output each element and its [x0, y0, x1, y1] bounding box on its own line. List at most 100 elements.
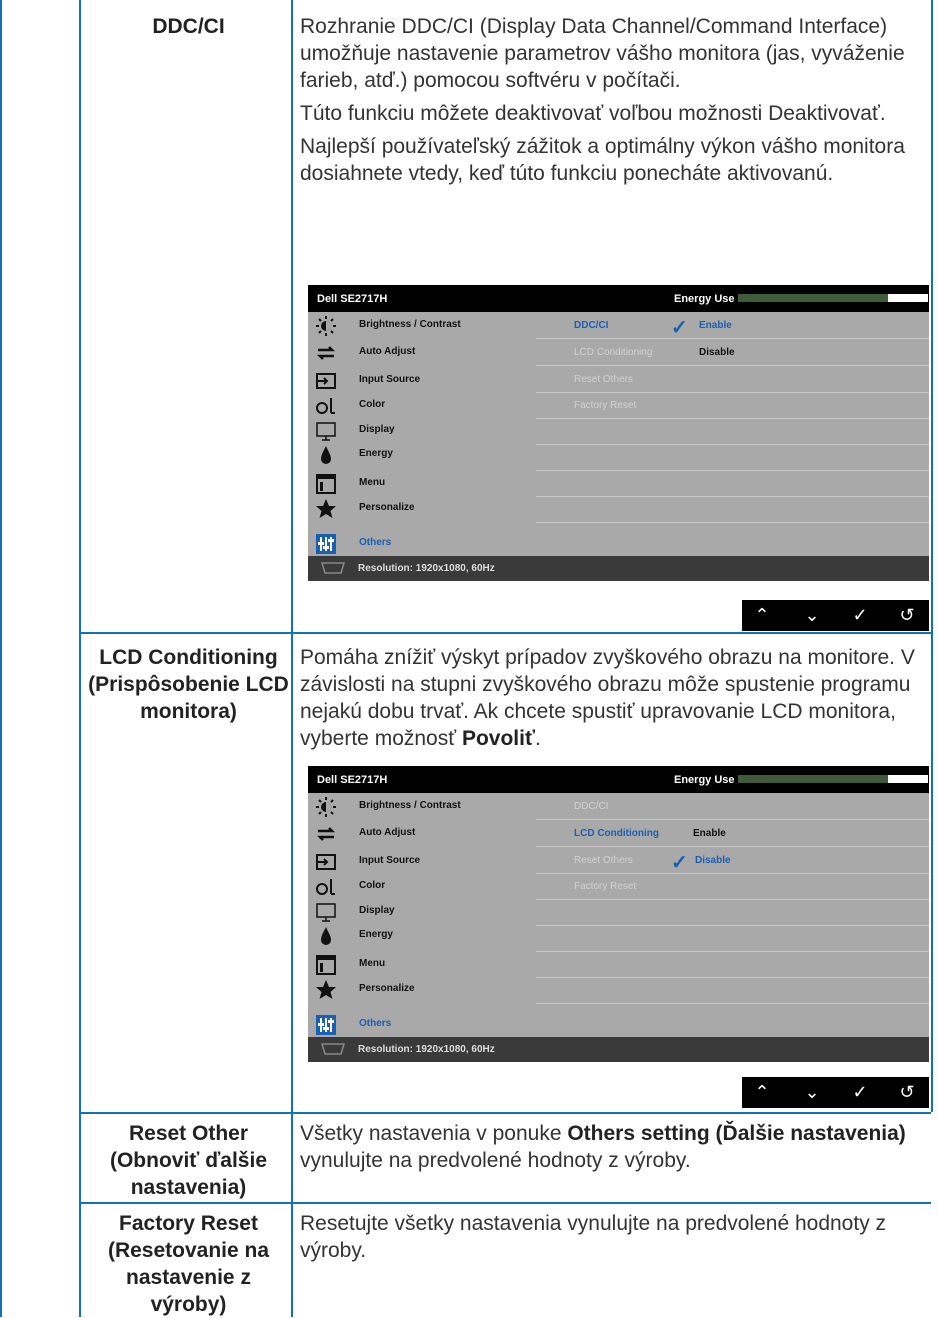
osd-resolution-bar: Resolution: 1920x1080, 60Hz: [308, 1037, 929, 1062]
osd-submenu-lcd-conditioning[interactable]: LCD Conditioning Enable: [536, 820, 929, 847]
osd-header: Dell SE2717H Energy Use: [308, 285, 929, 312]
osd-submenu-reset-others[interactable]: Reset Others ✓ Disable: [536, 847, 929, 874]
osd-item-display[interactable]: Display: [315, 419, 530, 443]
osd-item-input-source[interactable]: Input Source: [315, 369, 530, 393]
text: Všetky nastavenia v ponuke: [300, 1122, 568, 1145]
text: Pomáha znížiť výskyt prípadov zvyškového…: [300, 646, 915, 750]
input-source-icon: [316, 854, 336, 870]
osd-item-label: Color: [359, 399, 386, 410]
table-border-left: [0, 0, 2, 1317]
osd-item-label: Brightness / Contrast: [359, 319, 461, 330]
osd-item-label: Display: [359, 905, 395, 916]
submenu-label: Factory Reset: [574, 400, 637, 411]
energy-icon: [321, 927, 331, 945]
option-disable[interactable]: Disable: [699, 347, 735, 358]
energy-use-fill: [738, 775, 889, 783]
option-disable-selected[interactable]: Disable: [695, 855, 731, 866]
others-icon: [316, 1015, 336, 1035]
osd-model-name: Dell SE2717H: [317, 774, 388, 786]
star-icon: [316, 499, 336, 518]
osd-item-brightness-contrast[interactable]: Brightness / Contrast: [315, 795, 530, 819]
check-icon: ✓: [671, 317, 688, 339]
submenu-label: Reset Others: [574, 855, 633, 866]
text: vynulujte na predvolené hodnoty z výroby…: [300, 1149, 691, 1172]
osd-submenu-empty-row: [536, 925, 929, 952]
check-icon[interactable]: ✓: [845, 1080, 875, 1105]
submenu-label: Factory Reset: [574, 881, 637, 892]
osd-item-brightness-contrast[interactable]: Brightness / Contrast: [315, 314, 530, 338]
energy-icon: [321, 446, 331, 464]
others-icon: [316, 534, 336, 554]
osd-item-label: Input Source: [359, 374, 421, 385]
osd-item-others[interactable]: Others: [315, 532, 530, 556]
osd-submenu-reset-others[interactable]: Reset Others: [536, 366, 929, 393]
osd-menu-ddcci: Dell SE2717H Energy Use Brightness / Con…: [301, 285, 929, 581]
osd-submenu-lcd-conditioning[interactable]: LCD Conditioning Disable: [536, 339, 929, 366]
osd-item-personalize[interactable]: Personalize: [315, 978, 530, 1002]
resolution-text: Resolution: 1920x1080, 60Hz: [358, 1044, 495, 1055]
osd-item-energy[interactable]: Energy: [315, 443, 530, 467]
osd-submenu-empty-row: [536, 496, 929, 523]
osd-item-menu[interactable]: Menu: [315, 953, 530, 977]
osd-submenu-ddcci[interactable]: DDC/CI ✓ Enable: [536, 312, 929, 339]
check-icon[interactable]: ✓: [845, 603, 875, 628]
menu-icon: [316, 955, 336, 975]
osd-item-energy[interactable]: Energy: [315, 924, 530, 948]
osd-submenu-empty-row: [536, 418, 929, 445]
menu-icon: [316, 474, 336, 494]
row-label-ddcci: DDC/CI: [152, 15, 225, 38]
row-label-factory-reset: Factory Reset (Resetovanie na nastavenie…: [107, 1212, 270, 1316]
osd-submenu-ddcci[interactable]: DDC/CI: [536, 793, 929, 820]
submenu-label: DDC/CI: [574, 320, 609, 331]
osd-submenu-empty-row: [536, 951, 929, 978]
vga-connector-icon: [320, 562, 346, 574]
osd-nav-buttons: ⌃ ⌄ ✓ ↺: [742, 600, 929, 631]
auto-adjust-icon: [316, 827, 336, 841]
osd-item-personalize[interactable]: Personalize: [315, 497, 530, 521]
back-icon[interactable]: ↺: [892, 603, 922, 628]
up-icon[interactable]: ⌃: [747, 1080, 777, 1105]
osd-item-auto-adjust[interactable]: Auto Adjust: [315, 822, 530, 846]
display-icon: [316, 422, 336, 441]
osd-submenu-empty-row: [536, 470, 929, 497]
row-divider: [79, 1202, 931, 1204]
osd-item-others[interactable]: Others: [315, 1013, 530, 1037]
osd-item-label: Others: [359, 537, 392, 548]
row-description-factory-reset: Resetujte všetky nastavenia vynulujte na…: [300, 1212, 887, 1262]
osd-item-label: Personalize: [359, 502, 415, 513]
back-icon[interactable]: ↺: [892, 1080, 922, 1105]
input-source-icon: [316, 373, 336, 389]
osd-item-label: Others: [359, 1018, 392, 1029]
osd-item-color[interactable]: Color: [315, 394, 530, 418]
brightness-icon: [316, 316, 336, 336]
osd-submenu-factory-reset[interactable]: Factory Reset: [536, 392, 929, 419]
paragraph: Najlepší používateľský zážitok a optimál…: [300, 135, 905, 185]
osd-item-menu[interactable]: Menu: [315, 472, 530, 496]
down-icon[interactable]: ⌄: [797, 603, 827, 628]
osd-submenu-empty-row: [536, 977, 929, 1004]
osd-item-input-source[interactable]: Input Source: [315, 850, 530, 874]
osd-header: Dell SE2717H Energy Use: [308, 766, 929, 793]
osd-item-label: Menu: [359, 477, 386, 488]
submenu-label: Reset Others: [574, 374, 633, 385]
osd-model-name: Dell SE2717H: [317, 293, 388, 305]
osd-item-label: Display: [359, 424, 395, 435]
osd-item-display[interactable]: Display: [315, 900, 530, 924]
osd-item-label: Brightness / Contrast: [359, 800, 461, 811]
auto-adjust-icon: [316, 346, 336, 360]
row-description-ddcci: Rozhranie DDC/CI (Display Data Channel/C…: [300, 13, 930, 193]
up-icon[interactable]: ⌃: [747, 603, 777, 628]
color-icon: [316, 879, 335, 895]
down-icon[interactable]: ⌄: [797, 1080, 827, 1105]
osd-menu-lcd-conditioning: Dell SE2717H Energy Use Brightness / Con…: [301, 766, 929, 1062]
row-label-lcd-conditioning: LCD Conditioning (Prispôsobenie LCD moni…: [88, 646, 289, 723]
option-enable-selected[interactable]: Enable: [699, 320, 732, 331]
table-column-divider: [79, 0, 81, 1317]
bold-text: Others setting (Ďalšie nastavenia): [567, 1122, 906, 1145]
option-enable[interactable]: Enable: [693, 828, 726, 839]
osd-submenu-empty-row: [536, 899, 929, 926]
osd-item-auto-adjust[interactable]: Auto Adjust: [315, 341, 530, 365]
display-icon: [316, 903, 336, 922]
osd-item-color[interactable]: Color: [315, 875, 530, 899]
osd-submenu-factory-reset[interactable]: Factory Reset: [536, 873, 929, 900]
